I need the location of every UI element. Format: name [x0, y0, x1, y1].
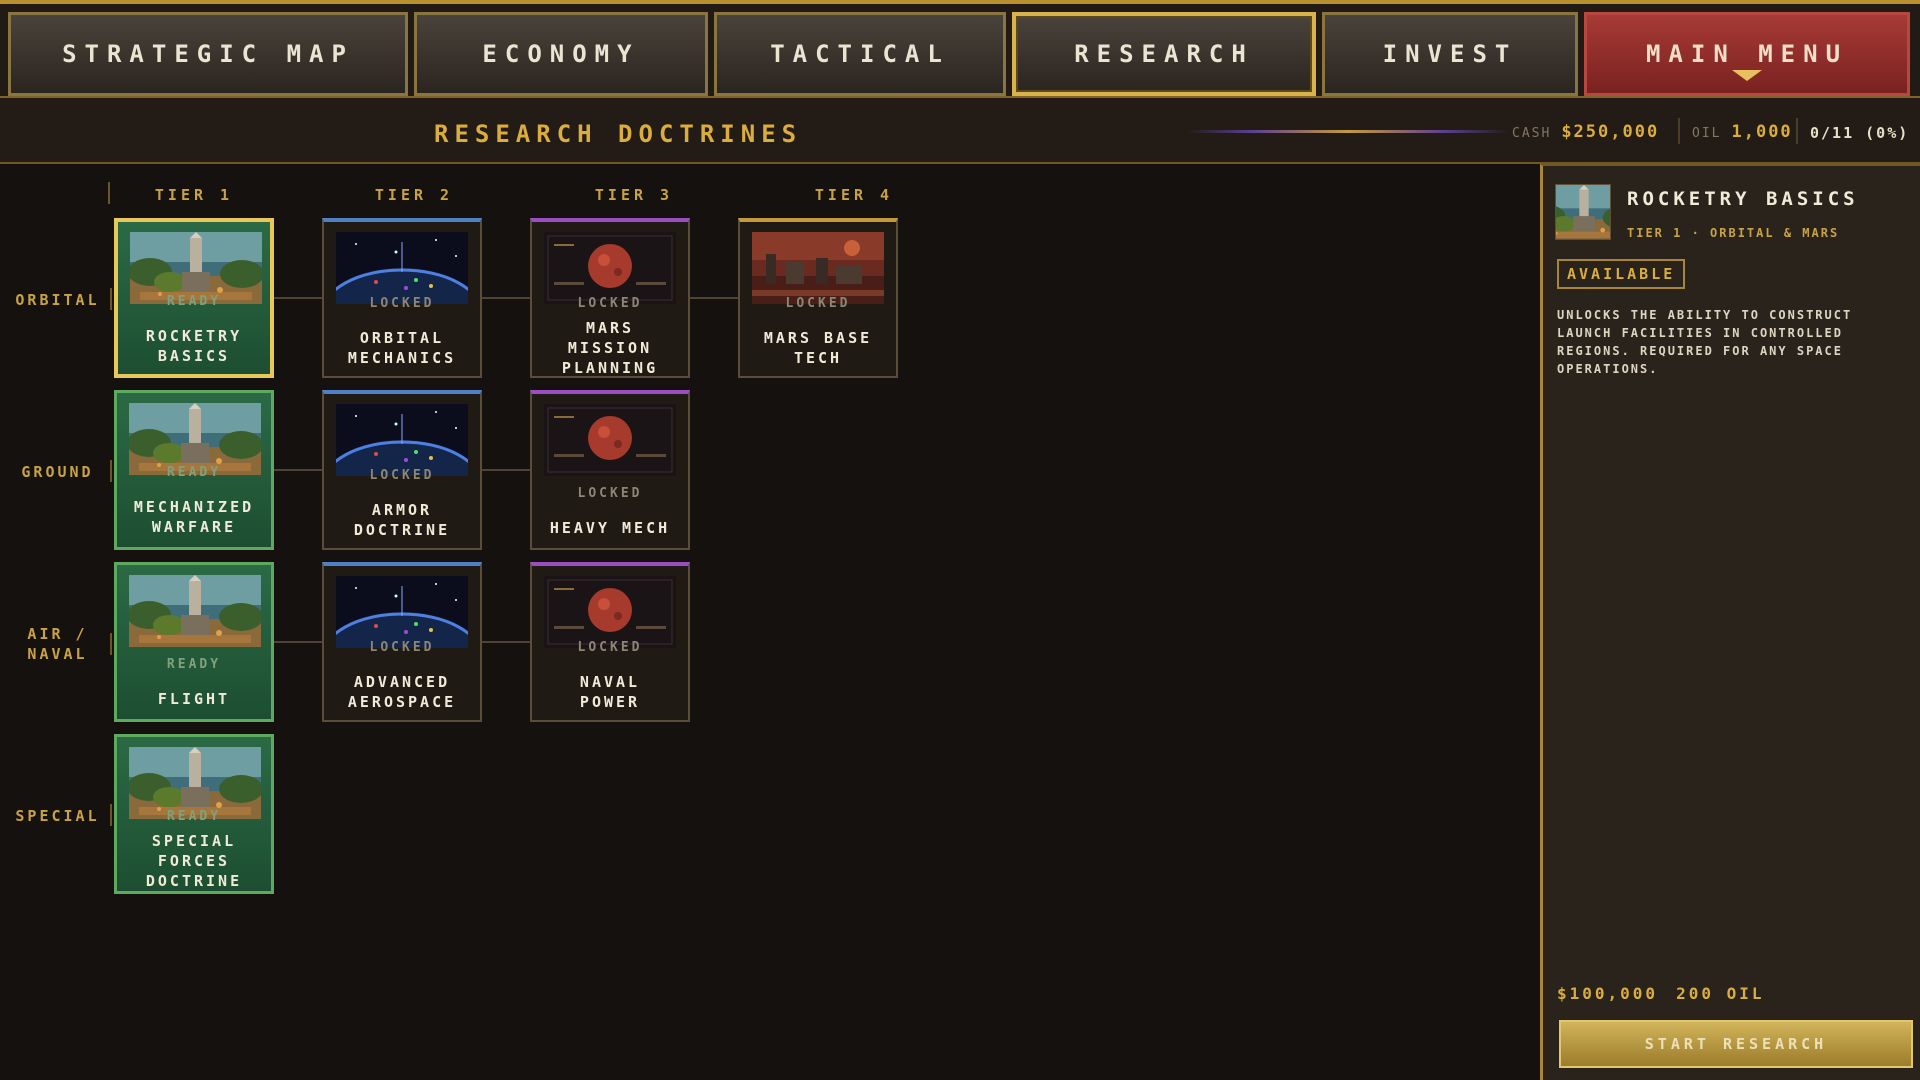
node-name: ORBITAL MECHANICS — [347, 329, 457, 367]
divider — [110, 460, 112, 482]
node-status: LOCKED — [577, 486, 643, 501]
oil-value: 1,000 — [1731, 122, 1793, 142]
node-status: READY — [166, 809, 222, 824]
cash-readout: CASH $250,000 — [1512, 122, 1659, 142]
main-menu-button[interactable]: MAIN MENU — [1584, 12, 1910, 96]
node-name: NAVAL POWER — [579, 673, 641, 711]
node-name: ADVANCED AEROSPACE — [347, 673, 457, 711]
tier-header-3: TIER 3 — [594, 186, 674, 204]
tier-header-2: TIER 2 — [374, 186, 454, 204]
tech-node-heavy-mech[interactable]: LOCKED HEAVY MECH — [530, 390, 690, 550]
node-name: HEAVY MECH — [549, 519, 671, 537]
tech-node-advanced-aerospace[interactable]: LOCKED ADVANCED AEROSPACE — [322, 562, 482, 722]
tier-header-4: TIER 4 — [814, 186, 894, 204]
tab-research[interactable]: RESEARCH — [1012, 12, 1316, 96]
status-badge: AVAILABLE — [1557, 259, 1686, 289]
tech-thumbnail — [336, 232, 468, 304]
node-status: READY — [166, 294, 222, 309]
node-status: READY — [166, 465, 222, 480]
tech-node-rocketry-basics[interactable]: READY ROCKETRY BASICS — [114, 218, 274, 378]
detail-description: UNLOCKS THE ABILITY TO CONSTRUCT LAUNCH … — [1557, 308, 1853, 376]
node-name: SPECIAL FORCES DOCTRINE — [145, 832, 243, 890]
node-name: FLIGHT — [157, 690, 231, 708]
node-status: LOCKED — [785, 296, 851, 311]
divider — [108, 182, 110, 204]
node-name: MARS MISSION PLANNING — [561, 319, 659, 377]
node-name: ROCKETRY BASICS — [145, 327, 243, 365]
tech-thumbnail — [544, 576, 676, 648]
node-status: READY — [166, 657, 222, 672]
tab-tactical[interactable]: TACTICAL — [714, 12, 1006, 96]
tech-thumbnail — [336, 404, 468, 476]
tier-header-1: TIER 1 — [154, 186, 234, 204]
tree-connector — [690, 297, 738, 299]
node-status: LOCKED — [577, 296, 643, 311]
cost-oil: 200 OIL — [1676, 984, 1765, 1003]
tree-connector — [274, 469, 322, 471]
node-status: LOCKED — [577, 640, 643, 655]
row-label-special: SPECIAL — [15, 807, 100, 825]
caret-down-icon — [1732, 70, 1762, 81]
oil-label: OIL — [1692, 126, 1722, 141]
research-progress: 0/11 (0%) — [1810, 124, 1909, 142]
node-name: ARMOR DOCTRINE — [353, 501, 451, 539]
cash-label: CASH — [1512, 126, 1552, 141]
research-cost: $100,000 200 OIL — [1557, 984, 1765, 1003]
node-status: LOCKED — [369, 296, 435, 311]
tab-economy[interactable]: ECONOMY — [414, 12, 708, 96]
tree-connector — [482, 641, 530, 643]
tech-node-naval-power[interactable]: LOCKED NAVAL POWER — [530, 562, 690, 722]
tech-thumbnail — [544, 404, 676, 476]
divider — [110, 804, 112, 826]
divider — [1796, 118, 1798, 144]
divider — [1678, 118, 1680, 144]
research-detail-panel: ROCKETRY BASICS TIER 1 · ORBITAL & MARS … — [1540, 164, 1920, 1080]
node-status: LOCKED — [369, 640, 435, 655]
oil-readout: OIL 1,000 — [1692, 122, 1793, 142]
detail-subtitle: TIER 1 · ORBITAL & MARS — [1627, 226, 1840, 240]
node-name: MARS BASE TECH — [763, 329, 873, 367]
tech-node-orbital-mechanics[interactable]: LOCKED ORBITAL MECHANICS — [322, 218, 482, 378]
detail-thumbnail — [1555, 184, 1611, 240]
subheader: RESEARCH DOCTRINES CASH $250,000 OIL 1,0… — [0, 98, 1920, 164]
divider — [110, 633, 112, 655]
node-name: MECHANIZED WARFARE — [133, 498, 255, 536]
node-status: LOCKED — [369, 468, 435, 483]
tree-connector — [274, 297, 322, 299]
tree-connector — [274, 641, 322, 643]
tech-thumbnail — [752, 232, 884, 304]
tech-node-mars-mission-planning[interactable]: LOCKED MARS MISSION PLANNING — [530, 218, 690, 378]
tab-invest[interactable]: INVEST — [1322, 12, 1578, 96]
page-title: RESEARCH DOCTRINES — [434, 120, 803, 148]
divider — [110, 288, 112, 310]
tech-thumbnail — [544, 232, 676, 304]
row-label-ground: GROUND — [21, 463, 94, 481]
tech-node-special-forces-doctrine[interactable]: READY SPECIAL FORCES DOCTRINE — [114, 734, 274, 894]
tree-connector — [482, 469, 530, 471]
progress-count: 0/11 (0%) — [1810, 124, 1910, 142]
top-nav-bar: STRATEGIC MAP ECONOMY TACTICAL RESEARCH … — [0, 0, 1920, 98]
row-label-orbital: ORBITAL — [15, 291, 100, 309]
tech-thumbnail — [129, 575, 261, 647]
start-research-button[interactable]: START RESEARCH — [1559, 1020, 1913, 1068]
decorative-gradient-line — [1188, 130, 1508, 133]
tab-strategic-map[interactable]: STRATEGIC MAP — [8, 12, 408, 96]
tree-connector — [482, 297, 530, 299]
tech-node-mars-base-tech[interactable]: LOCKED MARS BASE TECH — [738, 218, 898, 378]
row-label-air-naval: AIR / NAVAL — [27, 625, 88, 663]
tech-thumbnail — [336, 576, 468, 648]
cost-cash: $100,000 — [1557, 984, 1659, 1003]
tech-node-mechanized-warfare[interactable]: READY MECHANIZED WARFARE — [114, 390, 274, 550]
detail-title: ROCKETRY BASICS — [1627, 188, 1859, 210]
cash-value: $250,000 — [1561, 122, 1660, 142]
tech-node-flight[interactable]: READY FLIGHT — [114, 562, 274, 722]
main-menu-label: MAIN MENU — [1645, 40, 1849, 68]
tech-node-armor-doctrine[interactable]: LOCKED ARMOR DOCTRINE — [322, 390, 482, 550]
